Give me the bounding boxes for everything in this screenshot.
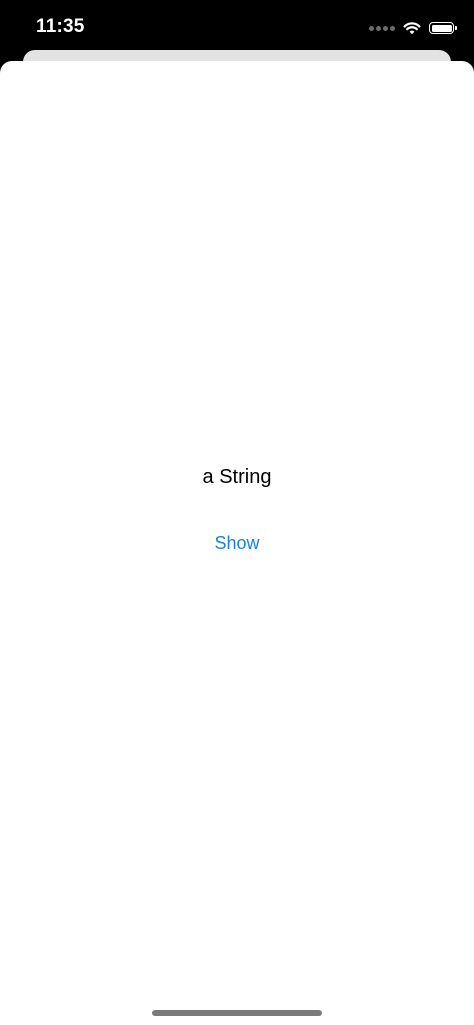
content-text: a String bbox=[202, 466, 272, 488]
battery-icon bbox=[429, 22, 457, 34]
wifi-icon bbox=[403, 21, 421, 35]
modal-sheet: a String Show bbox=[0, 61, 474, 1025]
screen: 11:35 a String Show bbox=[0, 0, 474, 1025]
status-icons bbox=[369, 17, 457, 39]
show-button[interactable]: Show bbox=[187, 528, 287, 558]
status-time: 11:35 bbox=[36, 16, 85, 37]
home-indicator bbox=[152, 1010, 322, 1016]
status-bar: 11:35 bbox=[0, 0, 474, 50]
signal-dots-icon bbox=[369, 25, 395, 31]
